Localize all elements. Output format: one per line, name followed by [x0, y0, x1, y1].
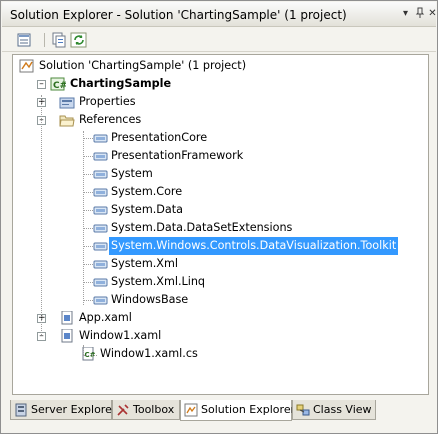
assembly-reference-icon [93, 203, 109, 217]
tree-item-reference[interactable]: System.Data.DataSetExtensions [17, 219, 397, 237]
tree-item-label: System.Windows.Controls.DataVisualizatio… [109, 237, 399, 255]
tree-item-label: System.Xml [111, 257, 178, 270]
tree-connector [83, 138, 93, 139]
assembly-reference-icon [93, 239, 109, 253]
tree-item-properties[interactable]: + Properties [17, 93, 217, 111]
window-position-dropdown-icon[interactable]: ▾ [398, 7, 413, 22]
tree-item-reference[interactable]: System.Data [17, 201, 397, 219]
csharp-project-icon: C# [50, 77, 66, 91]
solution-tree[interactable]: Solution 'ChartingSample' (1 project) – … [12, 54, 429, 395]
tree-item-label: Window1.xaml [79, 329, 162, 342]
assembly-reference-icon [93, 185, 109, 199]
tree-connector [83, 345, 84, 355]
solution-explorer-window: Solution Explorer - Solution 'ChartingSa… [0, 0, 438, 434]
tree-item-app-xaml[interactable]: + App.xaml [17, 309, 217, 327]
tree-item-solution[interactable]: Solution 'ChartingSample' (1 project) [17, 57, 297, 75]
toolbar-separator [44, 33, 45, 47]
tab-solution-explorer[interactable]: Solution Explorer [180, 400, 296, 421]
tree-connector [83, 246, 93, 247]
tree-connector [83, 264, 93, 265]
xaml-file-icon [59, 329, 75, 343]
tree-item-reference[interactable]: System [17, 165, 397, 183]
assembly-reference-icon [93, 221, 109, 235]
tree-item-label: WindowsBase [111, 293, 189, 306]
tree-item-reference[interactable]: WindowsBase [17, 291, 397, 309]
tab-label: Solution Explorer [201, 403, 296, 416]
close-icon[interactable]: ✕ [425, 7, 438, 22]
tree-item-window1-xaml[interactable]: – Window1.xaml [17, 327, 217, 345]
properties-icon[interactable] [16, 32, 34, 48]
tree-item-label: PresentationCore [111, 131, 208, 144]
tree-item-label: Window1.xaml.cs [100, 347, 198, 360]
xaml-file-icon [59, 311, 75, 325]
assembly-reference-icon [93, 293, 109, 307]
assembly-reference-icon [93, 131, 109, 145]
properties-folder-icon [59, 95, 75, 109]
tree-connector [83, 355, 97, 356]
tree-item-label: References [79, 113, 142, 126]
tree-item-reference[interactable]: PresentationFramework [17, 147, 397, 165]
tree-connector [83, 300, 93, 301]
toolbox-icon [116, 403, 130, 417]
tab-class-view[interactable]: Class View [292, 400, 376, 420]
tree-item-reference[interactable]: System.Xml [17, 255, 397, 273]
assembly-reference-icon [93, 275, 109, 289]
tree-item-window1-xaml-cs[interactable]: C# Window1.xaml.cs [17, 345, 237, 363]
tree-item-label: System [111, 167, 153, 180]
svg-text:C#: C# [53, 81, 66, 91]
tree-item-reference[interactable]: PresentationCore [17, 129, 397, 147]
assembly-reference-icon [93, 149, 109, 163]
tree-connector [83, 282, 93, 283]
class-view-icon [296, 403, 310, 417]
tab-server-explorer[interactable]: Server Explorer [10, 400, 116, 420]
tab-label: Toolbox [133, 403, 175, 416]
tree-item-label: PresentationFramework [111, 149, 244, 162]
assembly-reference-icon [93, 257, 109, 271]
tree-item-label: System.Xml.Linq [111, 275, 206, 288]
tree-item-references[interactable]: – References [17, 111, 217, 129]
tree-connector [83, 156, 93, 157]
window-title: Solution Explorer - Solution 'ChartingSa… [10, 8, 347, 22]
solution-icon [19, 59, 35, 73]
tree-item-label: System.Data [111, 203, 183, 216]
assembly-reference-icon [93, 167, 109, 181]
tree-item-project[interactable]: – C# ChartingSample [17, 75, 217, 93]
tree-item-label: App.xaml [79, 311, 132, 324]
tab-toolbox[interactable]: Toolbox [112, 400, 180, 420]
tree-item-reference[interactable]: System.Xml.Linq [17, 273, 397, 291]
refresh-icon[interactable] [70, 32, 88, 48]
tree-item-label: Solution 'ChartingSample' (1 project) [39, 59, 247, 72]
tree-item-label: System.Core [111, 185, 183, 198]
tool-window-tabs: Server Explorer Toolbox Solution Explorer C… [10, 400, 430, 422]
tree-connector [83, 174, 93, 175]
tree-connector [83, 192, 93, 193]
show-all-files-icon[interactable] [50, 32, 68, 48]
tree-item-label: ChartingSample [70, 77, 172, 90]
tab-label: Class View [313, 403, 372, 416]
solution-explorer-icon [184, 403, 198, 417]
tree-connector [83, 210, 93, 211]
tree-connector [41, 95, 42, 335]
collapse-icon[interactable]: – [37, 80, 46, 89]
tab-label: Server Explorer [31, 403, 117, 416]
tree-item-label: Properties [79, 95, 136, 108]
references-folder-icon [59, 113, 75, 127]
tree-item-reference[interactable]: System.Core [17, 183, 397, 201]
tree-item-reference[interactable]: System.Windows.Controls.DataVisualizatio… [17, 237, 399, 255]
title-bar[interactable]: Solution Explorer - Solution 'ChartingSa… [2, 2, 438, 27]
tree-connector [83, 131, 84, 305]
server-explorer-icon [14, 403, 28, 417]
tree-item-label: System.Data.DataSetExtensions [111, 221, 293, 234]
tree-connector [83, 228, 93, 229]
toolbar [2, 28, 436, 52]
